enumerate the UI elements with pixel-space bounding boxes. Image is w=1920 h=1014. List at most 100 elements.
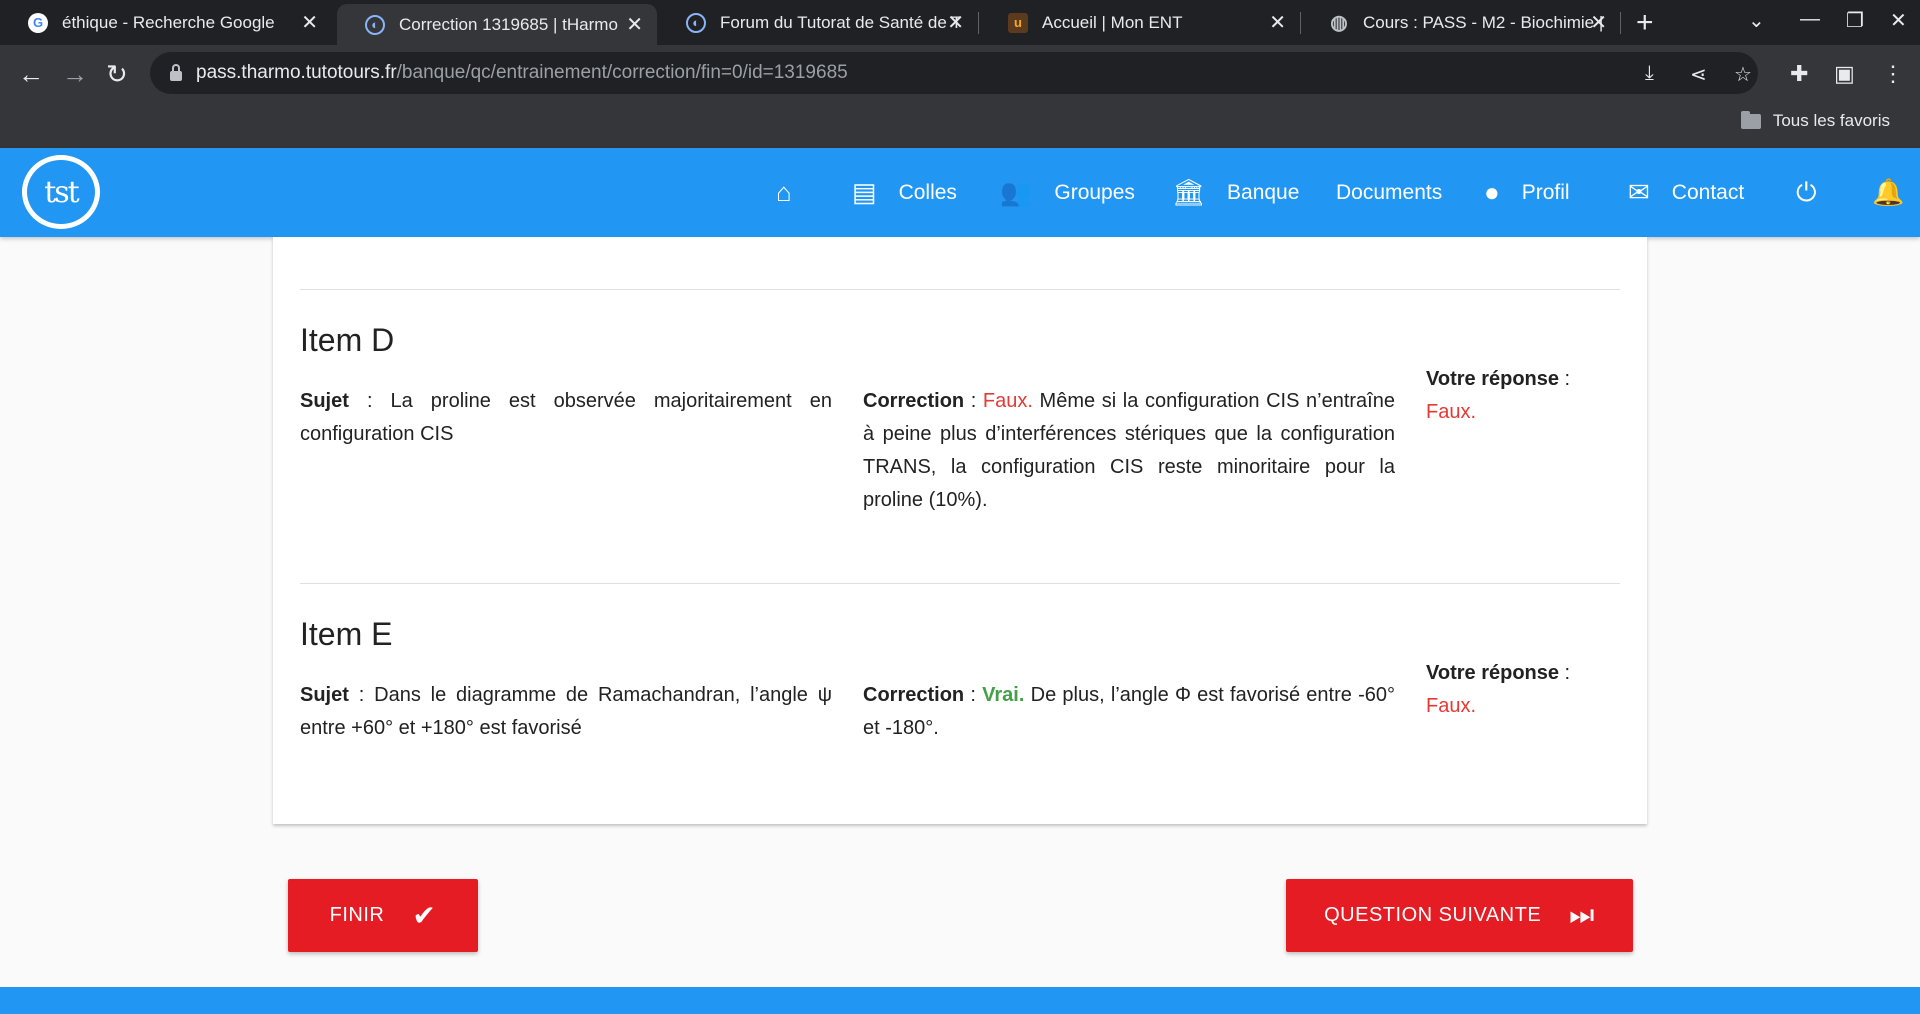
tab-search-icon[interactable]: ⌄	[1748, 8, 1765, 33]
extensions-icon[interactable]: ✚	[1790, 61, 1808, 87]
close-window-icon[interactable]: ✕	[1890, 8, 1907, 33]
nav-home[interactable]: ⌂	[776, 148, 792, 237]
logo-text: tst	[44, 174, 79, 210]
correction-verdict: Vrai.	[982, 684, 1025, 706]
url-host: pass.tharmo.tutotours.fr	[196, 62, 397, 83]
nav-contact[interactable]: ✉ Contact	[1628, 148, 1744, 237]
item-d-correction: Correction : Faux. Même si la configurat…	[863, 385, 1395, 517]
reponse-value: Faux.	[1426, 401, 1477, 423]
reload-icon[interactable]: ↻	[106, 59, 128, 90]
nav-label: Documents	[1336, 180, 1443, 204]
item-d-title: Item D	[300, 322, 395, 358]
bell-icon: 🔔	[1872, 177, 1905, 207]
nav-label: Banque	[1227, 180, 1300, 204]
forum-icon: ◐	[686, 12, 706, 33]
lock-icon	[170, 64, 182, 81]
nav-banque[interactable]: 🏛 Banque	[1172, 148, 1299, 237]
document-icon: ▤	[852, 177, 877, 207]
site-logo[interactable]: tst	[22, 155, 100, 229]
close-tab-icon[interactable]: ✕	[1590, 10, 1607, 35]
tab-separator	[978, 12, 979, 34]
tab-separator	[1620, 12, 1621, 34]
finir-button[interactable]: FINIR ✔	[288, 879, 478, 952]
menu-icon[interactable]: ⋮	[1882, 61, 1904, 87]
item-e-title: Item E	[300, 616, 393, 652]
browser-tab-forum[interactable]: ◐ Forum du Tutorat de Santé de T ✕	[658, 0, 978, 45]
browser-tab-correction[interactable]: ◐ Correction 1319685 | tHarmo ✕	[337, 4, 657, 45]
group-icon: 👥	[1000, 177, 1033, 207]
close-tab-icon[interactable]: ✕	[301, 10, 318, 35]
close-tab-icon[interactable]: ✕	[626, 12, 643, 37]
label-sep: :	[964, 684, 983, 706]
correction-label: Correction	[863, 684, 965, 706]
check-icon: ✔	[412, 900, 437, 931]
minimize-icon[interactable]: —	[1800, 8, 1820, 31]
install-app-icon[interactable]: ⤓	[1645, 62, 1654, 85]
address-bar[interactable]: pass.tharmo.tutotours.fr/banque/qc/entra…	[150, 52, 1758, 94]
item-e-correction: Correction : Vrai. De plus, l’angle Φ es…	[863, 679, 1395, 745]
bookmarks-label: Tous les favoris	[1772, 111, 1890, 130]
side-panel-icon[interactable]: ▣	[1834, 61, 1855, 87]
browser-tab-google[interactable]: G éthique - Recherche Google ✕	[0, 0, 332, 45]
item-e-sujet: Sujet : Dans le diagramme de Ramachandra…	[300, 679, 832, 745]
browser-tab-cours[interactable]: ◍ Cours : PASS - M2 - Biochimie | ✕	[1301, 0, 1621, 45]
back-icon[interactable]: ←	[18, 59, 44, 90]
browser-toolbar: ← → ↻ pass.tharmo.tutotours.fr/banque/qc…	[0, 45, 1920, 148]
browser-tab-ent[interactable]: u Accueil | Mon ENT ✕	[980, 0, 1300, 45]
nav-colles[interactable]: ▤ Colles	[852, 148, 957, 237]
reponse-label: Votre réponse	[1426, 368, 1559, 390]
nav-profil[interactable]: ● Profil	[1484, 148, 1570, 237]
tab-title: Cours : PASS - M2 - Biochimie |	[1363, 12, 1603, 32]
item-d-reponse: Votre réponse : Faux.	[1426, 363, 1626, 429]
sujet-label: Sujet	[300, 684, 349, 706]
nav-logout[interactable]: ⏻	[1796, 148, 1817, 237]
suivante-label: QUESTION SUIVANTE	[1324, 904, 1542, 926]
nav-documents[interactable]: Documents	[1336, 148, 1442, 237]
nav-groupes[interactable]: 👥 Groupes	[1000, 148, 1135, 237]
share-icon[interactable]: ⋖	[1690, 62, 1707, 87]
tab-title: Accueil | Mon ENT	[1042, 12, 1183, 32]
url-text: pass.tharmo.tutotours.fr/banque/qc/entra…	[196, 62, 848, 84]
site-footer	[0, 987, 1920, 1014]
bookmark-star-icon[interactable]: ☆	[1734, 62, 1752, 87]
label-sep: :	[348, 684, 375, 706]
browser-tab-bar: G éthique - Recherche Google ✕ ◐ Correct…	[0, 0, 1920, 45]
ent-icon: u	[1008, 12, 1028, 33]
tab-title: Correction 1319685 | tHarmo	[399, 14, 618, 34]
globe-icon: ◍	[1330, 12, 1348, 34]
item-d-sujet: Sujet : La proline est observée majorita…	[300, 385, 832, 451]
nav-label: Colles	[898, 180, 957, 204]
item-divider	[300, 289, 1620, 290]
bank-icon: 🏛	[1172, 177, 1206, 207]
home-icon: ⌂	[776, 177, 792, 207]
close-tab-icon[interactable]: ✕	[1269, 10, 1286, 35]
nav-notifications[interactable]: 🔔	[1872, 148, 1904, 237]
question-suivante-button[interactable]: QUESTION SUIVANTE ⏭	[1286, 879, 1633, 952]
nav-label: Profil	[1521, 180, 1570, 204]
item-e-reponse: Votre réponse : Faux.	[1426, 657, 1626, 723]
correction-verdict: Faux.	[982, 390, 1033, 412]
tharmo-icon: ◐	[365, 14, 385, 35]
google-icon: G	[28, 12, 48, 33]
power-icon: ⏻	[1796, 176, 1817, 207]
account-circle-icon: ●	[1484, 177, 1500, 207]
all-bookmarks[interactable]: Tous les favoris	[1740, 110, 1890, 131]
reponse-value: Faux.	[1426, 695, 1477, 717]
url-path: /banque/qc/entrainement/correction/fin=0…	[396, 62, 848, 83]
reponse-label: Votre réponse	[1426, 662, 1559, 684]
label-sep: :	[964, 390, 983, 412]
restore-icon[interactable]: ❐	[1846, 8, 1864, 33]
tab-title: Forum du Tutorat de Santé de T	[720, 12, 960, 32]
folder-icon	[1740, 110, 1761, 129]
finir-label: FINIR	[329, 904, 385, 926]
item-divider	[300, 583, 1620, 584]
nav-label: Groupes	[1054, 180, 1135, 204]
skip-next-icon: ⏭	[1569, 899, 1595, 930]
close-tab-icon[interactable]: ✕	[947, 10, 964, 35]
sujet-text: Dans le diagramme de Ramachandran, l’ang…	[300, 684, 833, 739]
label-sep: :	[348, 390, 391, 412]
label-sep: :	[1559, 368, 1571, 390]
nav-label: Contact	[1671, 180, 1745, 204]
new-tab-icon[interactable]: +	[1636, 6, 1654, 40]
forward-icon[interactable]: →	[62, 59, 88, 90]
